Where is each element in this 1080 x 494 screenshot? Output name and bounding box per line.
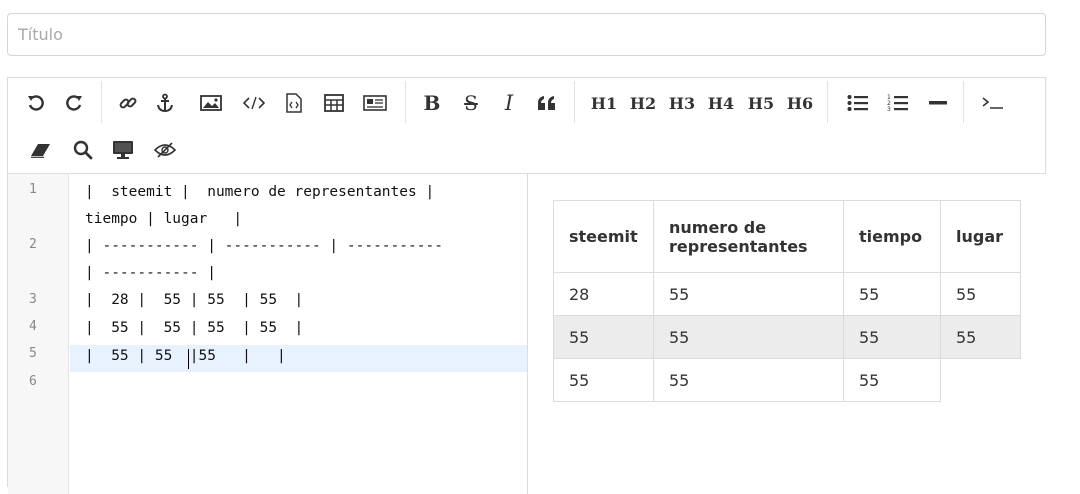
line-number: 6 [29, 374, 37, 389]
link-icon[interactable] [114, 86, 142, 120]
heading-5-button[interactable]: H5 [745, 86, 777, 120]
eraser-icon[interactable] [27, 133, 55, 167]
code-line[interactable]: | ----------- | [85, 260, 216, 287]
table-header-cell: numero de representantes [653, 200, 844, 273]
line-number: 3 [29, 292, 37, 307]
search-icon[interactable] [69, 133, 97, 167]
line-number-gutter: 1 2 3 4 5 6 [8, 174, 69, 494]
table-cell: 55 [653, 315, 844, 359]
toolbar-divider [101, 81, 102, 123]
table-cell [941, 359, 1021, 402]
newspaper-icon[interactable] [360, 86, 390, 120]
table-header-cell: steemit [553, 200, 654, 273]
toolbar-divider [405, 81, 406, 123]
table-cell: 55 [940, 272, 1021, 316]
quote-icon[interactable] [534, 86, 560, 120]
code-line[interactable]: | 55 | 55 |55 | | [85, 343, 286, 370]
table-row: 55 55 55 55 [553, 315, 1021, 359]
bold-button[interactable]: B [418, 86, 446, 120]
table-cell: 28 [553, 272, 654, 316]
markdown-preview-pane: steemit numero de representantes tiempo … [528, 174, 1046, 494]
undo-icon[interactable] [22, 86, 50, 120]
terminal-icon[interactable] [978, 86, 1008, 120]
table-cell: 55 [843, 272, 941, 316]
toolbar-divider [574, 81, 575, 123]
line-number: 2 [29, 237, 37, 252]
table-header-row: steemit numero de representantes tiempo … [553, 200, 1021, 273]
text-cursor [188, 349, 189, 369]
table-cell: 55 [553, 358, 654, 402]
table-cell: 55 [653, 358, 844, 402]
heading-3-button[interactable]: H3 [666, 86, 698, 120]
preview-table: steemit numero de representantes tiempo … [553, 200, 1021, 402]
code-line[interactable]: | 55 | 55 | 55 | 55 | [85, 315, 303, 342]
toolbar-divider [827, 81, 828, 123]
desktop-icon[interactable] [109, 133, 137, 167]
heading-1-button[interactable]: H1 [588, 86, 620, 120]
svg-text:3: 3 [887, 106, 891, 113]
table-row: 28 55 55 55 [553, 272, 1021, 316]
table-header-cell: tiempo [843, 200, 941, 273]
markdown-editor: B S I H1 H2 H3 H4 H5 H6 123 1 2 3 4 5 6 … [7, 77, 1046, 494]
line-number: 4 [29, 319, 37, 334]
line-number: 1 [29, 182, 37, 197]
italic-button[interactable]: I [496, 86, 522, 120]
markdown-source-pane[interactable]: 1 2 3 4 5 6 | steemit | numero de repres… [8, 174, 528, 494]
code-line[interactable]: tiempo | lugar | [85, 206, 242, 233]
table-header-cell: lugar [940, 200, 1021, 273]
heading-6-button[interactable]: H6 [784, 86, 816, 120]
minus-icon[interactable] [924, 86, 952, 120]
strikethrough-button[interactable]: S [458, 86, 484, 120]
toolbar-divider [963, 81, 964, 123]
title-input[interactable] [7, 13, 1046, 56]
heading-4-button[interactable]: H4 [705, 86, 737, 120]
code-icon[interactable] [240, 86, 268, 120]
eye-slash-icon[interactable] [151, 133, 179, 167]
code-file-icon[interactable] [280, 86, 308, 120]
table-cell: 55 [843, 315, 941, 359]
table-cell: 55 [553, 315, 654, 359]
code-line[interactable]: | ----------- | ----------- | ----------… [85, 233, 443, 260]
table-cell: 55 [940, 315, 1021, 359]
list-ol-icon[interactable]: 123 [884, 86, 912, 120]
editor-toolbar: B S I H1 H2 H3 H4 H5 H6 123 [8, 78, 1045, 174]
code-line[interactable]: | steemit | numero de representantes | [85, 179, 434, 206]
anchor-icon[interactable] [151, 86, 179, 120]
redo-icon[interactable] [60, 86, 88, 120]
list-ul-icon[interactable] [844, 86, 872, 120]
table-icon[interactable] [320, 86, 348, 120]
line-number: 5 [29, 346, 37, 361]
heading-2-button[interactable]: H2 [627, 86, 659, 120]
table-cell: 55 [653, 272, 844, 316]
table-cell: 55 [843, 358, 941, 402]
table-row: 55 55 55 [553, 358, 1021, 402]
code-line[interactable]: | 28 | 55 | 55 | 55 | [85, 287, 303, 314]
image-icon[interactable] [197, 86, 225, 120]
